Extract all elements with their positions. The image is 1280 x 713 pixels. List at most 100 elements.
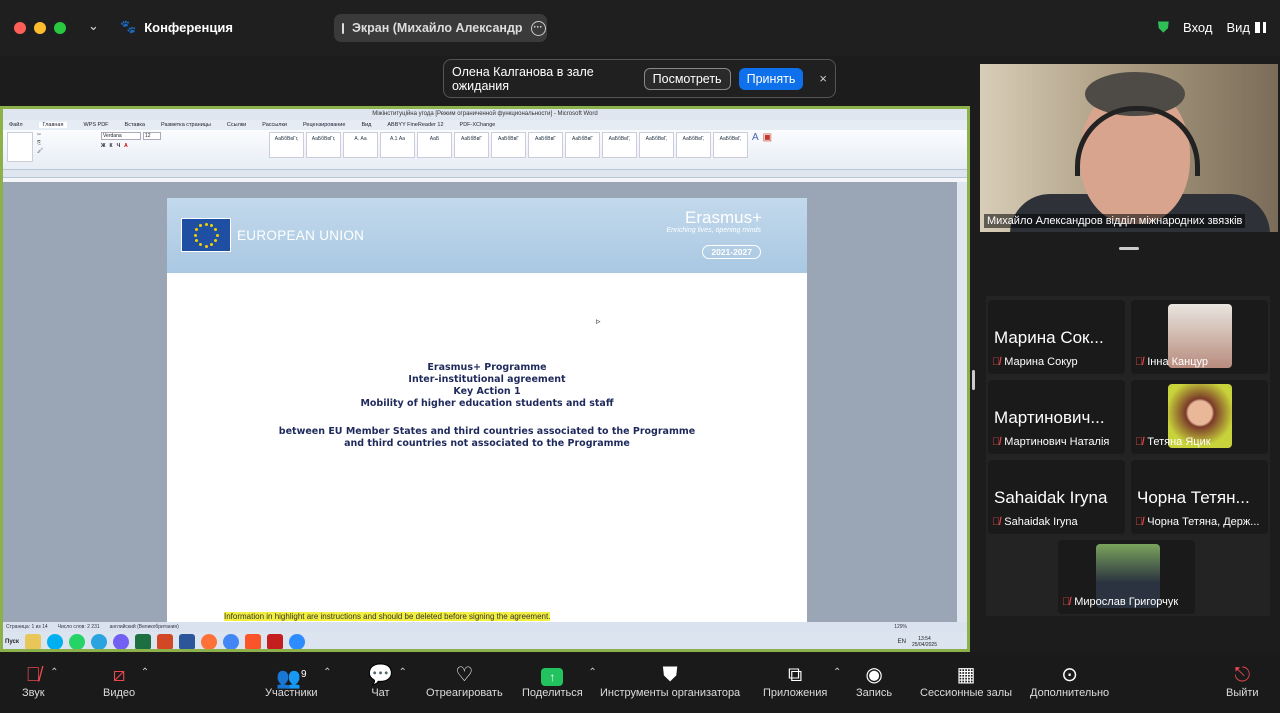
maximize-window-button[interactable] xyxy=(54,22,66,34)
chevron-up-icon[interactable]: ⌃ xyxy=(833,667,841,678)
document-subtitle: between EU Member States and third count… xyxy=(167,426,807,450)
ribbon-tab[interactable]: Вид xyxy=(361,122,371,128)
erasmus-slogan: Enriching lives, opening minds xyxy=(666,227,761,234)
participant-tile[interactable]: Марина Сок... 🎙̸ Марина Сокур xyxy=(988,300,1125,374)
minimize-window-button[interactable] xyxy=(34,22,46,34)
participant-name: Sahaidak Iryna xyxy=(1004,516,1078,528)
style-preset[interactable]: АаБбВвГ xyxy=(565,132,600,158)
participant-tile[interactable]: 🎙̸ Інна Канцур xyxy=(1131,300,1268,374)
viber-icon[interactable] xyxy=(112,634,129,649)
format-buttons[interactable]: ЖКЧA xyxy=(101,143,161,149)
zoom-level[interactable]: 129% xyxy=(894,624,907,630)
conference-menu[interactable]: 🐾 Конференция xyxy=(120,19,233,35)
ribbon-tab[interactable]: WPS PDF xyxy=(83,122,108,128)
pdf-reader-icon[interactable] xyxy=(266,634,283,649)
mic-muted-icon: 🎙̸ xyxy=(992,516,1001,528)
video-button[interactable]: ⧄ Видео ⌃ xyxy=(103,663,149,699)
view-menu[interactable]: Вид xyxy=(1226,20,1266,35)
chrome-icon[interactable] xyxy=(222,634,239,649)
create-pdf-icon[interactable]: ▣ xyxy=(763,132,772,143)
mic-muted-icon: 🎙̸ xyxy=(1135,516,1144,528)
zoom-app-icon[interactable] xyxy=(288,634,305,649)
vertical-scrollbar[interactable] xyxy=(957,182,967,622)
font-name-select[interactable]: Verdana xyxy=(101,132,141,140)
style-preset[interactable]: АаБбВвГ xyxy=(491,132,526,158)
style-preset[interactable]: АаБбВвГ, xyxy=(602,132,637,158)
view-waiting-button[interactable]: Посмотреть xyxy=(643,67,731,90)
ribbon-tab[interactable]: ABBYY FineReader 12 xyxy=(387,122,443,128)
participant-tile[interactable]: 🎙̸ Мирослав Григорчук xyxy=(1058,540,1195,614)
style-preset[interactable]: АаБбВвГг, xyxy=(269,132,304,158)
chevron-up-icon[interactable]: ⌃ xyxy=(141,667,149,678)
share-button[interactable]: ↑ Поделиться ⌃ xyxy=(522,663,597,699)
react-button[interactable]: ♡ Отреагировать xyxy=(426,663,503,699)
ribbon-tab[interactable]: Рассылки xyxy=(262,122,287,128)
style-preset[interactable]: АаБбВвГ, xyxy=(713,132,748,158)
style-preset[interactable]: АаБбВвГг, xyxy=(306,132,341,158)
style-preset[interactable]: А. Аа xyxy=(343,132,378,158)
powerpoint-icon[interactable] xyxy=(156,634,173,649)
style-preset[interactable]: АаБбВвГ, xyxy=(676,132,711,158)
drag-handle[interactable] xyxy=(1119,247,1139,250)
chevron-up-icon[interactable]: ⌃ xyxy=(323,667,331,678)
ribbon-tab[interactable]: Разметка страницы xyxy=(161,122,211,128)
chevron-up-icon[interactable]: ⌃ xyxy=(399,667,407,678)
chevron-up-icon[interactable]: ⌃ xyxy=(588,667,596,678)
participant-tile[interactable]: Sahaidak Iryna 🎙̸ Sahaidak Iryna xyxy=(988,460,1125,534)
leave-button[interactable]: ⎋ Выйти xyxy=(1226,663,1259,699)
word-icon[interactable] xyxy=(178,634,195,649)
telegram-icon[interactable] xyxy=(90,634,107,649)
apps-button[interactable]: ⧉ Приложения ⌃ xyxy=(763,663,841,699)
chat-button[interactable]: 💬 Чат ⌃ xyxy=(368,663,407,699)
eu-label: EUROPEAN UNION xyxy=(237,228,365,243)
more-options-icon[interactable]: ··· xyxy=(530,20,546,36)
login-button[interactable]: Вход xyxy=(1183,20,1212,35)
active-speaker-video[interactable]: Михайло Александров відділ міжнародних з… xyxy=(980,64,1278,232)
change-styles-icon[interactable]: A xyxy=(752,132,759,143)
title-line: Key Action 1 xyxy=(453,386,521,397)
breakout-rooms-button[interactable]: ▦ Сессионные залы xyxy=(920,663,1012,699)
more-button[interactable]: ⊙ Дополнительно xyxy=(1030,663,1109,699)
audio-button[interactable]: 🎙̸ Звук ⌃ xyxy=(22,663,59,699)
participant-tile[interactable]: 🎙̸ Тетяна Яцик xyxy=(1131,380,1268,454)
paste-icon[interactable] xyxy=(7,132,33,162)
start-button[interactable]: Пуск xyxy=(5,639,19,645)
ribbon-tab[interactable]: PDF-XChange xyxy=(460,122,496,128)
excel-icon[interactable] xyxy=(134,634,151,649)
participant-tile[interactable]: Чорна Тетян... 🎙̸ Чорна Тетяна, Держ... xyxy=(1131,460,1268,534)
close-icon[interactable]: × xyxy=(819,71,827,86)
style-preset[interactable]: АаБбВвГ xyxy=(528,132,563,158)
record-label: Запись xyxy=(856,687,893,699)
host-tools-button[interactable]: ⛊ Инструменты организатора xyxy=(600,663,740,699)
participants-button[interactable]: 👥9 Участники ⌃ xyxy=(265,663,332,699)
chevron-up-icon[interactable]: ⌃ xyxy=(50,667,58,678)
chevron-down-icon[interactable]: ⌄ xyxy=(88,18,99,34)
whatsapp-icon[interactable] xyxy=(68,634,85,649)
folder-icon[interactable] xyxy=(24,634,41,649)
screen-share-pill[interactable]: Экран (Михайло Александр ··· xyxy=(334,14,547,42)
firefox-icon[interactable] xyxy=(200,634,217,649)
ribbon-tab[interactable]: Главная xyxy=(38,122,68,128)
style-preset[interactable]: АаБбВвГ, xyxy=(639,132,674,158)
style-preset[interactable]: АаБ xyxy=(417,132,452,158)
participant-name-large: Марина Сок... xyxy=(994,328,1104,347)
close-window-button[interactable] xyxy=(14,22,26,34)
paragraph-group[interactable] xyxy=(165,132,265,162)
split-resize-handle[interactable] xyxy=(972,370,975,390)
skype-icon[interactable] xyxy=(46,634,63,649)
style-preset[interactable]: А.1 Аа xyxy=(380,132,415,158)
ribbon-tab[interactable]: Ссылки xyxy=(227,122,246,128)
styles-gallery[interactable]: АаБбВвГг, АаБбВвГг, А. Аа А.1 Аа АаБ АаБбВвГ А… xyxy=(269,132,748,158)
taskbar-language[interactable]: EN xyxy=(898,639,906,645)
host-tools-label: Инструменты организатора xyxy=(600,687,741,699)
ribbon-tab[interactable]: Файл xyxy=(9,122,23,128)
ribbon-tab[interactable]: Вставка xyxy=(125,122,145,128)
ribbon-tab[interactable]: Рецензирование xyxy=(303,122,345,128)
record-button[interactable]: ◉ Запись xyxy=(856,663,892,699)
participant-tile[interactable]: Мартинович... 🎙̸ Мартинович Наталія xyxy=(988,380,1125,454)
breakout-grid-icon: ▦ xyxy=(956,664,976,686)
brave-icon[interactable] xyxy=(244,634,261,649)
style-preset[interactable]: АаБбВвГ xyxy=(454,132,489,158)
font-size-select[interactable]: 12 xyxy=(143,132,161,140)
accept-button[interactable]: Принять xyxy=(738,67,804,90)
